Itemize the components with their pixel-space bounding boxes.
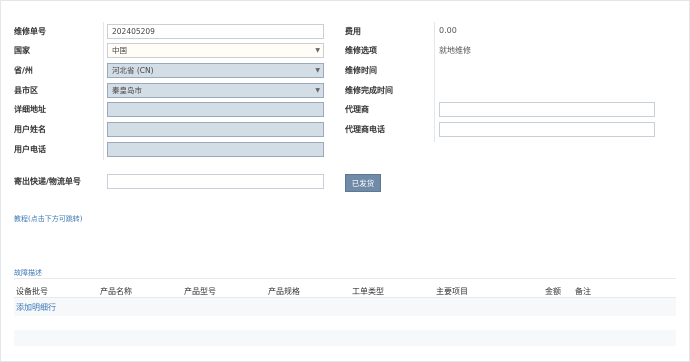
province-value: 河北省 (CN) xyxy=(112,66,154,75)
section-divider xyxy=(14,278,676,279)
city-select[interactable]: 秦皇岛市 ▼ xyxy=(107,83,324,98)
province-label: 省/州 xyxy=(14,66,33,75)
col-remark: 备注 xyxy=(575,287,591,296)
city-value: 秦皇岛市 xyxy=(112,86,142,95)
city-label: 县市区 xyxy=(14,86,38,95)
repair-option-value: 就地维修 xyxy=(439,46,471,55)
user-phone-label: 用户电话 xyxy=(14,145,46,154)
country-select[interactable]: 中国 ▼ xyxy=(107,43,324,58)
table-footer-band xyxy=(14,330,676,346)
chevron-down-icon: ▼ xyxy=(315,47,320,54)
col-product-model: 产品型号 xyxy=(184,287,216,296)
user-phone-input[interactable] xyxy=(107,142,324,157)
agent-label: 代理商 xyxy=(345,105,369,114)
repair-no-label: 维修单号 xyxy=(14,27,46,36)
repair-option-label: 维修选项 xyxy=(345,46,377,55)
express-no-input[interactable] xyxy=(107,174,324,189)
fault-description-title: 故障描述 xyxy=(14,269,42,277)
address-input[interactable] xyxy=(107,102,324,117)
user-name-label: 用户姓名 xyxy=(14,125,46,134)
agent-phone-input[interactable] xyxy=(439,122,655,137)
address-label: 详细地址 xyxy=(14,105,46,114)
finish-time-label: 维修完成时间 xyxy=(345,86,393,95)
province-select[interactable]: 河北省 (CN) ▼ xyxy=(107,63,324,78)
col-product-name: 产品名称 xyxy=(100,287,132,296)
country-value: 中国 xyxy=(112,46,127,55)
table-row xyxy=(14,298,676,316)
fee-value: 0.00 xyxy=(439,26,457,35)
agent-phone-label: 代理商电话 xyxy=(345,125,385,134)
agent-input[interactable] xyxy=(439,102,655,117)
col-main-item: 主要项目 xyxy=(436,287,468,296)
shipped-button[interactable]: 已发货 xyxy=(345,174,381,192)
repair-time-label: 维修时间 xyxy=(345,66,377,75)
chevron-down-icon: ▼ xyxy=(315,67,320,74)
tutorial-link[interactable]: 教程(点击下方可跳转) xyxy=(14,214,82,224)
add-row-link[interactable]: 添加明细行 xyxy=(16,302,56,313)
right-divider xyxy=(434,22,435,142)
fee-label: 费用 xyxy=(345,27,361,36)
chevron-down-icon: ▼ xyxy=(315,87,320,94)
repair-no-input[interactable]: 202405209 xyxy=(107,24,324,39)
country-label: 国家 xyxy=(14,46,30,55)
user-name-input[interactable] xyxy=(107,122,324,137)
col-product-spec: 产品规格 xyxy=(268,287,300,296)
express-no-label: 寄出快递/物流单号 xyxy=(14,177,81,186)
col-amount: 金额 xyxy=(545,287,561,296)
col-batch-no: 设备批号 xyxy=(16,287,48,296)
col-order-type: 工单类型 xyxy=(352,287,384,296)
left-divider xyxy=(103,22,104,160)
